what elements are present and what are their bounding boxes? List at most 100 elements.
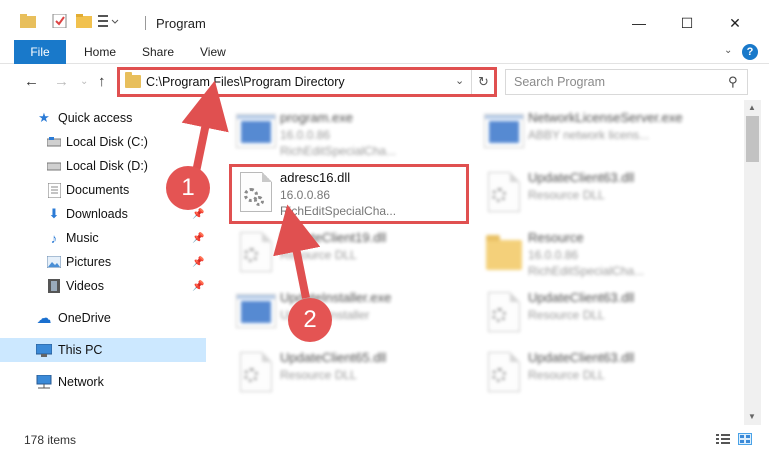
sidebar-item-pictures[interactable]: Pictures 📌 <box>0 250 206 274</box>
file-name: Resource <box>528 230 584 245</box>
search-input[interactable] <box>506 70 721 94</box>
tab-share[interactable]: Share <box>142 45 174 59</box>
file-item[interactable]: NetworkLicenseServer.exe ABBY network li… <box>478 106 718 166</box>
file-description: Resource DLL <box>280 368 357 382</box>
folder-icon <box>482 232 524 276</box>
sidebar-item-local-disk-c[interactable]: Local Disk (C:) <box>0 130 206 154</box>
vertical-scrollbar[interactable]: ▲ ▼ <box>744 100 761 425</box>
customize-toolbar-icon[interactable] <box>98 14 119 28</box>
exe-icon <box>234 292 276 336</box>
forward-button[interactable]: → <box>54 73 69 90</box>
sidebar-item-label: Quick access <box>58 111 133 125</box>
file-item[interactable]: UpdateClient63.dll Resource DLL <box>478 346 718 406</box>
file-name: program.exe <box>280 110 353 125</box>
file-item[interactable]: UpdateInstaller.exe Updates installer <box>230 286 470 346</box>
sidebar-item-label: OneDrive <box>58 311 111 325</box>
sidebar-item-music[interactable]: ♪ Music 📌 <box>0 226 206 250</box>
file-item[interactable]: UpdateClient63.dll Resource DLL <box>478 166 718 226</box>
new-folder-icon[interactable] <box>76 14 92 28</box>
search-icon[interactable]: ⚲ <box>728 74 738 90</box>
maximize-button[interactable]: ☐ <box>664 10 710 36</box>
downloads-icon: ⬇ <box>48 206 60 221</box>
minimize-button[interactable]: — <box>616 10 662 36</box>
sidebar-item-label: Documents <box>66 183 130 197</box>
sidebar-item-videos[interactable]: Videos 📌 <box>0 274 206 298</box>
file-description: Resource DLL <box>280 248 357 262</box>
cloud-icon: ☁ <box>36 310 52 327</box>
file-description: Resource DLL <box>528 308 605 322</box>
file-description: ABBY network licens... <box>528 128 650 142</box>
properties-icon[interactable] <box>52 13 68 29</box>
folder-icon[interactable] <box>20 14 36 28</box>
address-bar[interactable]: C:\Program Files\Program Directory ⌄ ↻ <box>118 69 495 95</box>
pin-icon: 📌 <box>192 280 205 292</box>
tab-view[interactable]: View <box>200 45 226 59</box>
pin-icon: 📌 <box>192 232 205 244</box>
step-1-badge: 1 <box>166 166 210 210</box>
file-item[interactable]: UpdateClient65.dll Resource DLL <box>230 346 470 406</box>
drive-icon <box>46 158 62 174</box>
scroll-down-icon[interactable]: ▼ <box>748 412 756 421</box>
sidebar-item-label: Music <box>66 231 99 245</box>
sidebar-item-network[interactable]: Network <box>0 370 206 394</box>
dll-icon <box>482 172 524 216</box>
file-version: 16.0.0.86 <box>280 128 331 142</box>
file-item[interactable]: UpdateClient63.dll Resource DLL <box>478 286 718 346</box>
network-icon <box>36 374 52 390</box>
drive-icon <box>46 134 62 150</box>
back-button[interactable]: ← <box>24 73 39 90</box>
sidebar-item-label: Downloads <box>66 207 128 221</box>
tab-home[interactable]: Home <box>84 45 116 59</box>
tab-file[interactable]: File <box>14 40 66 64</box>
window-title: Program <box>156 16 206 31</box>
dll-icon <box>482 292 524 336</box>
file-item[interactable]: UpdateClient19.dll Resource DLL <box>230 226 470 286</box>
pictures-icon <box>46 254 62 270</box>
sidebar-item-onedrive[interactable]: ☁ OneDrive <box>0 306 206 330</box>
title-separator <box>145 16 146 30</box>
file-name: UpdateClient19.dll <box>280 230 387 245</box>
address-path[interactable]: C:\Program Files\Program Directory <box>146 75 345 89</box>
file-description: RichEditSpecialCha... <box>528 264 645 278</box>
dll-icon <box>482 352 524 396</box>
file-name: UpdateClient63.dll <box>528 170 635 185</box>
file-name: UpdateClient63.dll <box>528 350 635 365</box>
navigation-bar: ← → ⌄ ↑ C:\Program Files\Program Directo… <box>0 64 769 100</box>
recent-locations-icon[interactable]: ⌄ <box>80 76 88 87</box>
sidebar-item-this-pc[interactable]: This PC <box>0 338 206 362</box>
file-item[interactable]: program.exe 16.0.0.86 RichEditSpecialCha… <box>230 106 470 166</box>
address-dropdown-icon[interactable]: ⌄ <box>455 74 464 87</box>
details-view-icon[interactable] <box>716 433 730 445</box>
file-description: Resource DLL <box>528 368 605 382</box>
scroll-up-icon[interactable]: ▲ <box>748 103 756 112</box>
sidebar-item-quick-access[interactable]: ★ Quick access <box>0 106 206 130</box>
sidebar-item-label: Videos <box>66 279 104 293</box>
scroll-thumb[interactable] <box>746 116 759 162</box>
file-name: adresc16.dll <box>280 170 351 185</box>
file-description: RichEditSpecialCha... <box>280 144 397 158</box>
documents-icon <box>46 182 62 198</box>
ribbon: File Home Share View ⌄ ? <box>0 40 769 64</box>
file-version: 16.0.0.86 <box>528 248 579 262</box>
file-item-adresc16[interactable]: adresc16.dll 16.0.0.86 RichEditSpecialCh… <box>230 166 470 226</box>
file-description: RichEditSpecialCha... <box>280 204 397 218</box>
pin-icon: 📌 <box>192 256 205 268</box>
dll-icon <box>234 352 276 396</box>
help-icon[interactable]: ? <box>742 44 758 60</box>
sidebar-item-label: Local Disk (C:) <box>66 135 148 149</box>
up-button[interactable]: ↑ <box>98 73 106 90</box>
close-button[interactable]: ✕ <box>712 10 758 36</box>
search-box[interactable]: ⚲ <box>505 69 748 95</box>
file-name: UpdateClient63.dll <box>528 290 635 305</box>
sidebar-item-label: Network <box>58 375 104 389</box>
step-2-badge: 2 <box>288 298 332 342</box>
expand-ribbon-icon[interactable]: ⌄ <box>724 45 732 56</box>
computer-icon <box>36 342 52 358</box>
file-list: program.exe 16.0.0.86 RichEditSpecialCha… <box>208 100 744 425</box>
dll-icon <box>234 172 276 216</box>
folder-item[interactable]: Resource 16.0.0.86 RichEditSpecialCha... <box>478 226 718 286</box>
refresh-icon[interactable]: ↻ <box>471 70 495 94</box>
pin-icon: 📌 <box>192 208 205 220</box>
tiles-view-icon[interactable] <box>738 433 752 445</box>
file-name: UpdateClient65.dll <box>280 350 387 365</box>
